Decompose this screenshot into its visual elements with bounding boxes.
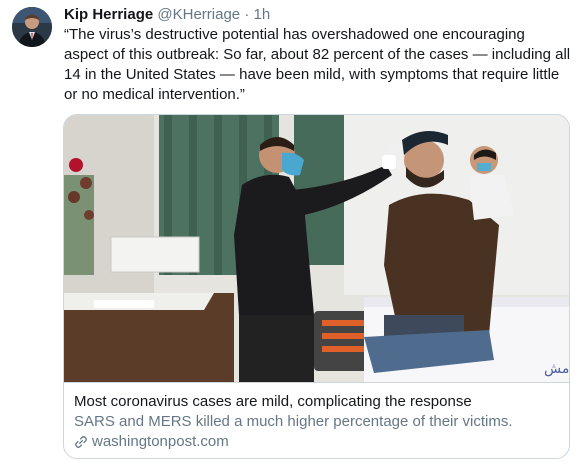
link-card[interactable]: سة صحة ريف دمش Most co (63, 114, 570, 459)
tweet-timestamp[interactable]: 1h (253, 6, 270, 23)
card-domain[interactable]: washingtonpost.com (74, 432, 559, 452)
card-body[interactable]: Most coronavirus cases are mild, complic… (64, 382, 569, 458)
link-icon (75, 436, 87, 448)
avatar[interactable] (12, 7, 52, 47)
card-domain-text[interactable]: washingtonpost.com (92, 432, 229, 452)
bed-sign-text: سة صحة ريف دمش (544, 361, 569, 377)
author-handle[interactable]: @KHerriage (157, 6, 240, 23)
card-description: SARS and MERS killed a much higher perce… (74, 413, 513, 430)
author-name[interactable]: Kip Herriage (64, 6, 153, 23)
card-image[interactable]: سة صحة ريف دمش (64, 115, 569, 382)
tweet-text: “The virus’s destructive potential has o… (64, 26, 571, 103)
separator-dot: · (244, 6, 250, 23)
tweet[interactable]: Kip Herriage @KHerriage · 1h “The virus’… (0, 0, 581, 465)
tweet-content: Kip Herriage @KHerriage · 1h “The virus’… (64, 5, 572, 105)
tweet-header: Kip Herriage @KHerriage · 1h (64, 5, 572, 25)
card-title[interactable]: Most coronavirus cases are mild, complic… (74, 392, 559, 412)
avatar-image (12, 7, 52, 47)
